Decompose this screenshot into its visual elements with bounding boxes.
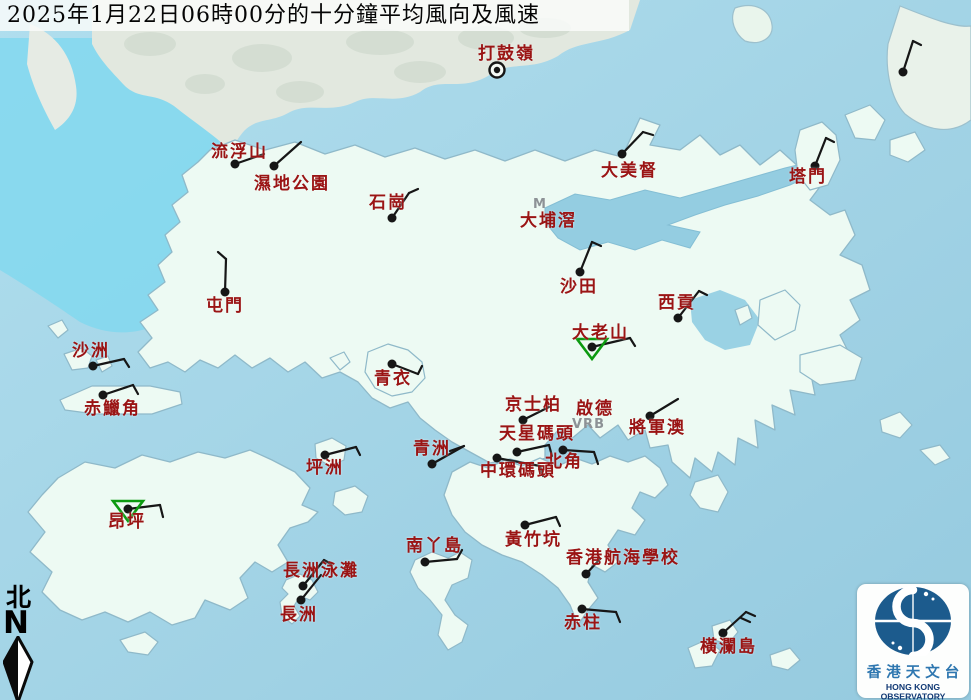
compass-north-letter: N — [3, 605, 29, 641]
observatory-emblem-icon — [875, 585, 951, 661]
logo-name-chinese: 香港天文台 — [866, 665, 965, 681]
logo-name-english: HONG KONG OBSERVATORY — [880, 682, 946, 700]
observatory-logo: 香港天文台 HONG KONG OBSERVATORY — [857, 584, 969, 700]
north-compass: 北 N — [2, 585, 43, 700]
north-arrow-icon — [2, 635, 34, 700]
wind-map-screen: 打鼓嶺 流浮山 濕地公園 石崗 大美督 塔門 大埔滘 M 沙田 屯門 沙洲 赤鱲角 西貢 大老山 青衣 京士柏… — [0, 0, 971, 700]
hong-kong-map-background — [0, 0, 971, 700]
map-title: 2025年1月22日06時00分的十分鐘平均風向及風速 — [7, 3, 540, 28]
